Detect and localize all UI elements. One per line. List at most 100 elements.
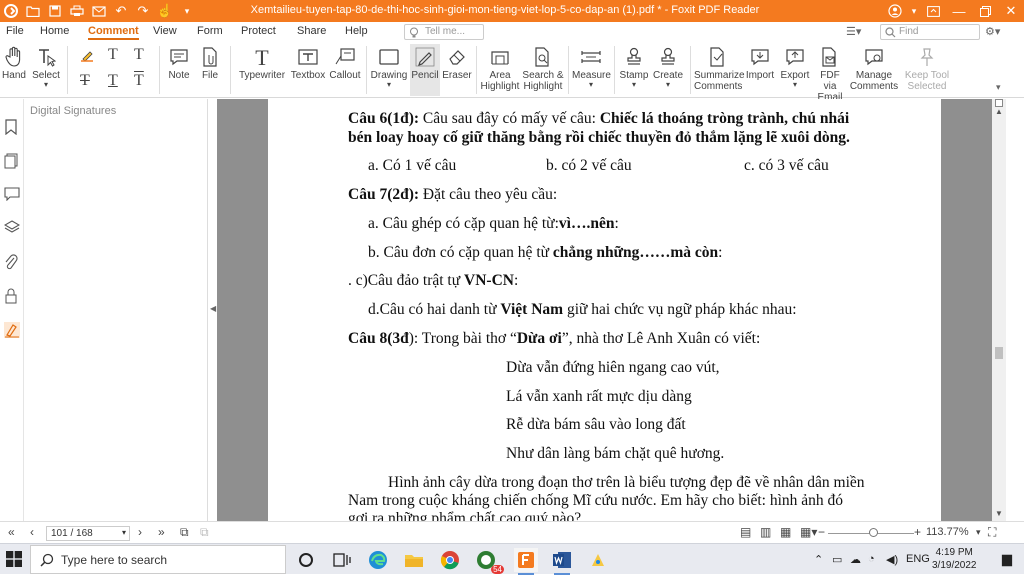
- vertical-scrollbar[interactable]: ▲ ▼: [992, 99, 1006, 521]
- save-icon[interactable]: [46, 2, 64, 20]
- tab-view[interactable]: View: [153, 25, 177, 37]
- select-dropdown-icon[interactable]: ▾: [30, 81, 62, 89]
- pages-icon[interactable]: [4, 153, 18, 169]
- document-viewport[interactable]: Câu 6(1đ): Câu sau đây có mấy vế câu: Ch…: [217, 99, 992, 521]
- account-icon[interactable]: [882, 0, 908, 22]
- scroll-down-icon[interactable]: ▼: [995, 509, 1003, 518]
- page-number-input[interactable]: 101 / 168 ▾: [46, 526, 130, 541]
- area-highlight-button[interactable]: Area Highlight: [480, 44, 520, 92]
- windows-start-icon[interactable]: [6, 551, 22, 567]
- next-page-icon[interactable]: ›: [138, 525, 142, 539]
- zoom-level[interactable]: 113.77%: [926, 526, 969, 538]
- split-view-handle[interactable]: [995, 99, 1003, 107]
- tell-me-input[interactable]: Tell me...: [404, 24, 484, 40]
- account-dropdown-icon[interactable]: ▾: [908, 0, 920, 22]
- stamp-button[interactable]: Stamp ▾: [618, 44, 650, 89]
- search-options-icon[interactable]: ☰▾: [846, 25, 861, 38]
- file-attachment-button[interactable]: File: [196, 44, 224, 81]
- notification-center-icon[interactable]: ▆: [1002, 551, 1012, 567]
- foxit-reader-taskbar-icon[interactable]: [514, 548, 538, 575]
- squiggly-text-icon[interactable]: T: [80, 72, 90, 90]
- tab-file[interactable]: File: [6, 25, 24, 37]
- find-input[interactable]: Find: [880, 24, 980, 40]
- manage-comments-button[interactable]: Manage Comments: [848, 44, 900, 92]
- hand-button[interactable]: Hand: [0, 44, 28, 81]
- measure-dropdown-icon[interactable]: ▾: [572, 81, 610, 89]
- ribbon-collapse-icon[interactable]: [920, 0, 946, 22]
- clock[interactable]: 4:19 PM 3/19/2022: [932, 546, 977, 572]
- battery-icon[interactable]: ▭: [832, 553, 842, 566]
- tab-protect[interactable]: Protect: [241, 25, 276, 37]
- task-view-icon[interactable]: [330, 548, 354, 572]
- scroll-thumb[interactable]: [995, 347, 1003, 359]
- underline-text-icon[interactable]: T: [108, 46, 118, 64]
- volume-icon[interactable]: ◀): [886, 553, 898, 566]
- tab-home[interactable]: Home: [40, 25, 69, 37]
- tab-comment[interactable]: Comment: [88, 25, 139, 40]
- note-button[interactable]: Note: [164, 44, 194, 81]
- zoom-dropdown-icon[interactable]: ▾: [976, 527, 981, 538]
- onedrive-icon[interactable]: ☁: [850, 553, 861, 566]
- fdf-via-email-button[interactable]: FDF via Email: [814, 44, 846, 103]
- summarize-comments-button[interactable]: Summarize Comments: [694, 44, 745, 92]
- zoom-in-icon[interactable]: +: [914, 525, 921, 539]
- wifi-icon[interactable]: ◔: [868, 553, 875, 565]
- chrome-icon[interactable]: [438, 548, 462, 572]
- zoom-slider-knob[interactable]: [869, 528, 878, 537]
- comments-panel-icon[interactable]: [4, 187, 20, 201]
- coccoc-browser-icon[interactable]: 54: [474, 548, 504, 574]
- first-page-icon[interactable]: «: [8, 525, 15, 539]
- taskbar-search-box[interactable]: Type here to search: [30, 545, 286, 574]
- eraser-button[interactable]: Eraser: [442, 44, 472, 81]
- stamp-dropdown-icon[interactable]: ▾: [618, 81, 650, 89]
- export-dropdown-icon[interactable]: ▾: [778, 81, 812, 89]
- digital-signatures-icon[interactable]: [4, 322, 20, 338]
- highlight-text-icon[interactable]: [80, 48, 94, 62]
- layers-icon[interactable]: [4, 220, 20, 234]
- security-lock-icon[interactable]: [4, 288, 18, 304]
- find-settings-icon[interactable]: ⚙▾: [985, 25, 1000, 38]
- undo-icon[interactable]: ↶: [112, 2, 130, 20]
- next-view-icon[interactable]: ⧉: [200, 525, 209, 540]
- page-dropdown-icon[interactable]: ▾: [122, 528, 126, 537]
- previous-view-icon[interactable]: ⧉: [180, 525, 189, 540]
- restore-icon[interactable]: [972, 0, 998, 22]
- search-highlight-button[interactable]: Search & Highlight: [522, 44, 564, 92]
- replace-text-icon[interactable]: T: [108, 72, 118, 90]
- callout-button[interactable]: Callout: [328, 44, 362, 81]
- continuous-facing-icon[interactable]: ▦▾: [800, 525, 817, 539]
- create-dropdown-icon[interactable]: ▾: [652, 81, 684, 89]
- export-button[interactable]: Export ▾: [778, 44, 812, 89]
- pencil-button[interactable]: Pencil: [410, 44, 440, 96]
- collapse-panel-icon[interactable]: ◀: [210, 304, 216, 313]
- print-icon[interactable]: [68, 2, 86, 20]
- bookmark-icon[interactable]: [4, 119, 18, 135]
- zoom-out-icon[interactable]: −: [818, 525, 825, 539]
- fullscreen-icon[interactable]: ⛶: [988, 525, 996, 540]
- scroll-up-icon[interactable]: ▲: [995, 107, 1003, 116]
- close-icon[interactable]: ✕: [998, 0, 1024, 22]
- language-indicator[interactable]: ENG: [906, 553, 930, 565]
- insert-text-icon[interactable]: T: [134, 72, 144, 90]
- cortana-icon[interactable]: [294, 548, 318, 572]
- word-icon[interactable]: [550, 548, 574, 575]
- attachments-icon[interactable]: [4, 254, 18, 270]
- file-explorer-icon[interactable]: [402, 548, 426, 572]
- edge-browser-icon[interactable]: [366, 548, 390, 572]
- drawing-dropdown-icon[interactable]: ▾: [370, 81, 408, 89]
- textbox-button[interactable]: Textbox: [290, 44, 326, 81]
- open-icon[interactable]: [24, 2, 42, 20]
- measure-button[interactable]: Measure ▾: [572, 44, 611, 89]
- sticky-app-icon[interactable]: [586, 548, 610, 572]
- previous-page-icon[interactable]: ‹: [30, 525, 34, 539]
- tray-overflow-icon[interactable]: ⌃: [814, 553, 823, 566]
- select-button[interactable]: Select ▾: [30, 44, 62, 89]
- last-page-icon[interactable]: »: [158, 525, 165, 539]
- tab-share[interactable]: Share: [297, 25, 326, 37]
- panel-splitter[interactable]: ◀: [207, 99, 217, 521]
- import-button[interactable]: Import: [744, 44, 776, 81]
- tab-help[interactable]: Help: [345, 25, 368, 37]
- ribbon-expand-icon[interactable]: ▾: [996, 82, 1001, 93]
- single-page-icon[interactable]: ▤: [740, 525, 751, 539]
- facing-page-icon[interactable]: ▦: [780, 525, 791, 539]
